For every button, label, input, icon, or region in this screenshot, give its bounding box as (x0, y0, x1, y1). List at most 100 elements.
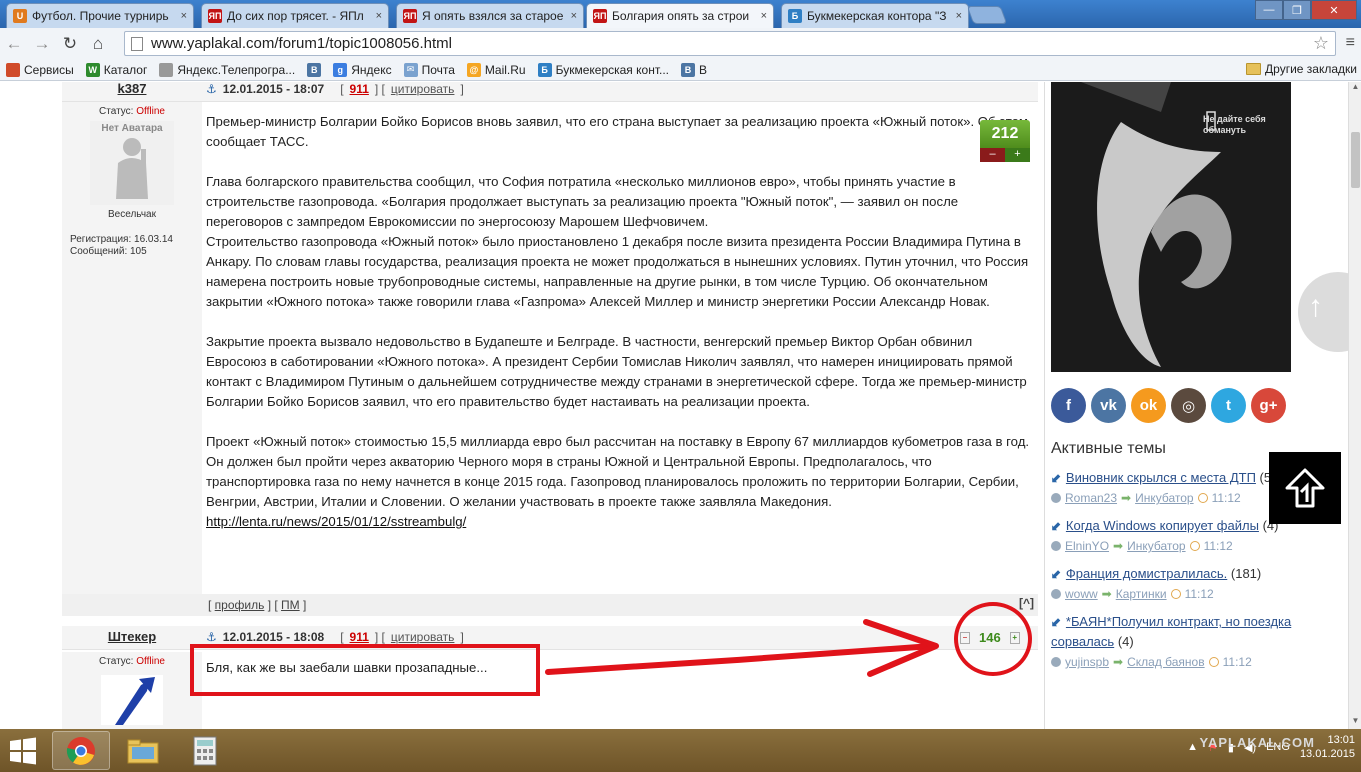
tab-close-icon[interactable]: × (571, 10, 577, 22)
browser-tab[interactable]: ЯП До сих пор трясет. - ЯПл × (201, 3, 389, 28)
maximize-button[interactable]: ❐ (1283, 0, 1311, 20)
active-topics-title: Активные темы (1051, 440, 1166, 457)
taskbar-calculator[interactable] (176, 731, 234, 770)
user-rank: Весельчак (108, 209, 156, 220)
windows-start-icon[interactable] (8, 737, 38, 765)
topic-user[interactable]: ElninYO (1065, 536, 1109, 556)
bookmark-item[interactable]: @ Mail.Ru (466, 62, 526, 77)
topic-link[interactable]: *БАЯН*Получил контракт, но поездка сорва… (1051, 614, 1291, 649)
post-paragraph: Премьер-министр Болгарии Бойко Борисов в… (206, 114, 1028, 149)
bookmark-item[interactable]: W Каталог (85, 62, 147, 77)
topic-count: (4) (1117, 634, 1134, 649)
bookmark-item[interactable]: Яндекс.Телепрогра... (159, 62, 295, 77)
topic-user[interactable]: Roman23 (1065, 488, 1117, 508)
home-icon[interactable]: ⌂ (84, 30, 112, 58)
source-link[interactable]: http://lenta.ru/news/2015/01/12/sstreamb… (206, 514, 466, 529)
forward-icon[interactable]: → (28, 30, 56, 58)
close-window-button[interactable]: ✕ (1311, 0, 1357, 20)
profile-link[interactable]: профиль (215, 598, 265, 612)
to-top-link[interactable]: [^] (1019, 596, 1034, 610)
browser-tab[interactable]: U Футбол. Прочие турнирь × (6, 3, 194, 28)
post-number[interactable]: 911 (350, 630, 369, 644)
tab-close-icon[interactable]: × (376, 10, 382, 22)
anchor-icon[interactable]: ⚓ (206, 82, 217, 96)
highlight-arrow (545, 619, 939, 677)
post-number[interactable]: 911 (350, 82, 369, 96)
quote-link[interactable]: цитировать (391, 630, 455, 644)
bookmark-item[interactable]: BB (680, 62, 707, 77)
clock-icon (1189, 541, 1200, 551)
bookmark-item[interactable]: Б Букмекерская конт... (537, 62, 669, 77)
odnoklassniki-icon[interactable]: ok (1131, 388, 1166, 423)
bookmark-label: Сервисы (24, 62, 74, 77)
topic-user[interactable]: yujinspb (1065, 652, 1109, 672)
arrow-right-icon: ➡ (1113, 539, 1124, 553)
topic-section[interactable]: Склад баянов (1127, 652, 1205, 672)
post-author[interactable]: k387 (62, 82, 202, 96)
topic-link[interactable]: Франция домистралилась. (1066, 566, 1227, 581)
tab-close-icon[interactable]: × (956, 10, 962, 22)
back-icon[interactable]: ← (0, 30, 28, 58)
browser-tab[interactable]: Б Букмекерская контора "З × (781, 3, 969, 28)
topic-section[interactable]: Инкубатор (1135, 488, 1194, 508)
bookmark-item[interactable]: B (307, 62, 322, 77)
side-decoration: ↑ (1298, 272, 1348, 352)
active-topics-list: ⬋ Виновник скрылся с места ДТП (5) Roman23… (1051, 468, 1301, 680)
facebook-icon[interactable]: f (1051, 388, 1086, 423)
reload-icon[interactable]: ↻ (56, 30, 84, 58)
chrome-menu-icon[interactable]: ≡ (1346, 34, 1355, 52)
bookmark-item[interactable]: ✉ Почта (403, 62, 455, 77)
user-pane: Статус: Offline (62, 652, 202, 729)
mailru-icon: @ (466, 62, 481, 77)
highlight-circle (954, 602, 1032, 676)
topic-section[interactable]: Картинки (1116, 584, 1167, 604)
clock-icon (1170, 589, 1181, 599)
topic-user[interactable]: woww (1065, 584, 1098, 604)
advertisement-banner[interactable]: Не дайте себя обмануть (1051, 82, 1291, 372)
pm-link[interactable]: ПМ (281, 598, 300, 612)
new-tab-button[interactable] (966, 6, 1008, 24)
vk-icon: B (307, 62, 322, 77)
post-author[interactable]: Штекер (62, 629, 202, 644)
tray-expand-icon[interactable]: ▲ (1187, 741, 1198, 753)
active-topic: ⬋ Франция домистралилась. (181) woww ➡ Карти… (1051, 564, 1301, 604)
scroll-down-icon[interactable]: ▼ (1349, 716, 1361, 729)
browser-tab[interactable]: ЯП Я опять взялся за старое × (396, 3, 584, 28)
user-icon (1051, 541, 1061, 551)
post-date: 12.01.2015 - 18:07 (222, 82, 325, 96)
topic-link[interactable]: Виновник скрылся с места ДТП (1066, 470, 1256, 485)
address-bar[interactable]: www.yaplakal.com/forum1/topic1008056.htm… (124, 31, 1336, 56)
bookmark-item[interactable]: g Яндекс (333, 62, 392, 77)
topic-arrow-icon: ⬋ (1051, 566, 1062, 581)
taskbar-chrome[interactable] (52, 731, 110, 770)
topic-link[interactable]: Когда Windows копирует файлы (1066, 518, 1259, 533)
bookmark-star-icon[interactable]: ☆ (1313, 33, 1329, 54)
anchor-icon[interactable]: ⚓ (206, 630, 217, 644)
other-bookmarks[interactable]: Другие закладки (1246, 62, 1357, 76)
quote-link[interactable]: цитировать (391, 82, 455, 96)
topic-arrow-icon: ⬋ (1051, 518, 1062, 533)
twitter-icon[interactable]: t (1211, 388, 1246, 423)
rating-plus-button[interactable]: + (1005, 148, 1030, 162)
tab-close-icon[interactable]: × (761, 10, 767, 22)
scroll-up-icon[interactable]: ▲ (1349, 82, 1361, 95)
tab-favicon-icon: ЯП (403, 9, 417, 23)
scrollbar-thumb[interactable] (1351, 132, 1360, 188)
minimize-button[interactable]: — (1255, 0, 1283, 20)
rating-minus-button[interactable]: – (980, 148, 1005, 162)
user-pane: Статус: Offline Нет Аватара Весельчак Ре… (62, 102, 202, 597)
taskbar-explorer[interactable] (114, 731, 172, 770)
vk-icon[interactable]: vk (1091, 388, 1126, 423)
browser-tab[interactable]: ЯП Болгария опять за строи × (586, 3, 774, 28)
bookmark-item[interactable]: Сервисы (6, 62, 74, 77)
page-scrollbar[interactable]: ▲ ▼ (1348, 82, 1361, 729)
post-paragraph: Проект «Южный поток» стоимостью 15,5 мил… (206, 434, 1030, 509)
bookmark-label: Букмекерская конт... (555, 62, 669, 77)
tab-close-icon[interactable]: × (181, 10, 187, 22)
topic-section[interactable]: Инкубатор (1127, 536, 1186, 556)
scroll-to-top-button[interactable] (1269, 452, 1341, 524)
instagram-icon[interactable]: ◎ (1171, 388, 1206, 423)
tab-title: До сих пор трясет. - ЯПл (227, 9, 364, 23)
googleplus-icon[interactable]: g+ (1251, 388, 1286, 423)
tab-favicon-icon: U (13, 9, 27, 23)
